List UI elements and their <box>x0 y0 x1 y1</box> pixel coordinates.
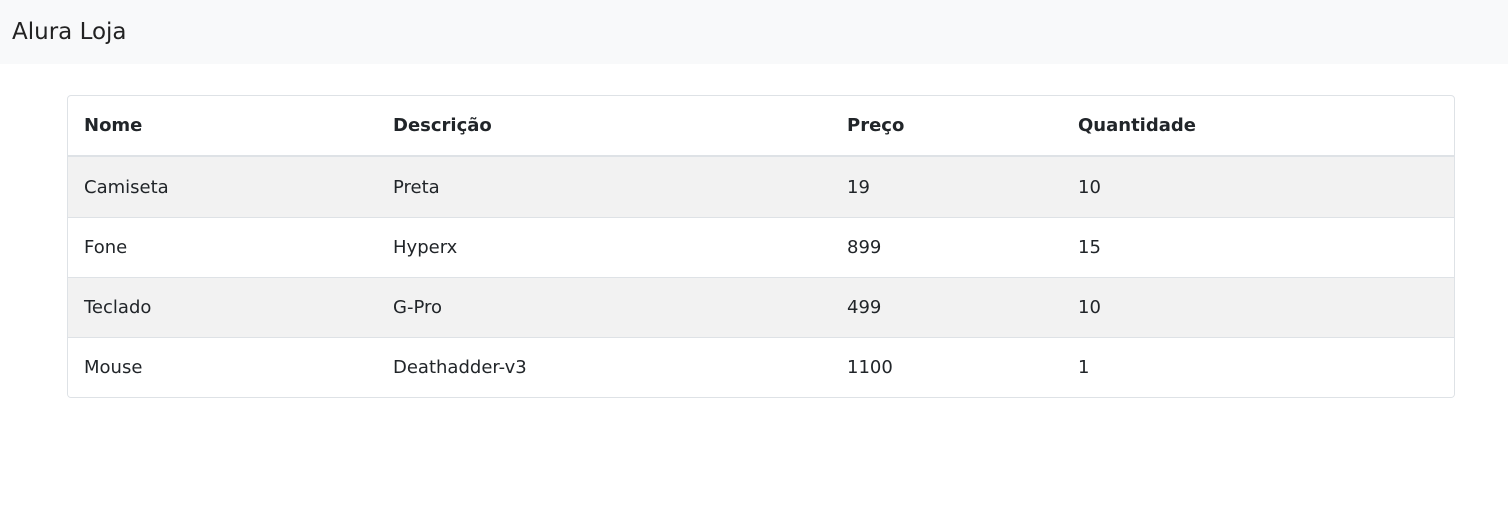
cell-nome: Camiseta <box>84 176 169 198</box>
cell-preco: 19 <box>847 176 870 198</box>
navbar: Alura Loja <box>0 0 1508 64</box>
cell-nome: Teclado <box>68 277 377 337</box>
cell-preco: 1100 <box>831 337 1062 397</box>
cell-quantidade: 10 <box>1078 176 1101 198</box>
table-row: Mouse Deathadder-v3 1100 1 <box>68 337 1454 397</box>
cell-preco: 499 <box>831 277 1062 337</box>
cell-quantidade: 15 <box>1062 217 1454 277</box>
column-header-nome: Nome <box>68 96 377 157</box>
cell-descricao: Preta <box>393 176 440 198</box>
cell-nome: Fone <box>68 217 377 277</box>
cell-quantidade: 10 <box>1062 277 1454 337</box>
cell-preco: 899 <box>831 217 1062 277</box>
column-header-preco: Preço <box>831 96 1062 157</box>
cell-descricao: G-Pro <box>377 277 831 337</box>
table-row: Fone Hyperx 899 15 <box>68 217 1454 277</box>
brand-link[interactable]: Alura Loja <box>12 19 127 45</box>
table-row: Teclado G-Pro 499 10 <box>68 277 1454 337</box>
table-row: Camiseta Preta 19 10 <box>68 157 1454 217</box>
cell-descricao: Hyperx <box>377 217 831 277</box>
cell-nome: Mouse <box>68 337 377 397</box>
cell-descricao: Deathadder-v3 <box>377 337 831 397</box>
cell-quantidade: 1 <box>1062 337 1454 397</box>
products-table: Nome Descrição Preço Quantidade Camiseta… <box>67 95 1455 398</box>
column-header-descricao: Descrição <box>377 96 831 157</box>
column-header-quantidade: Quantidade <box>1062 96 1454 157</box>
table-header-row: Nome Descrição Preço Quantidade <box>68 96 1454 157</box>
products-container: Nome Descrição Preço Quantidade Camiseta… <box>67 95 1455 398</box>
